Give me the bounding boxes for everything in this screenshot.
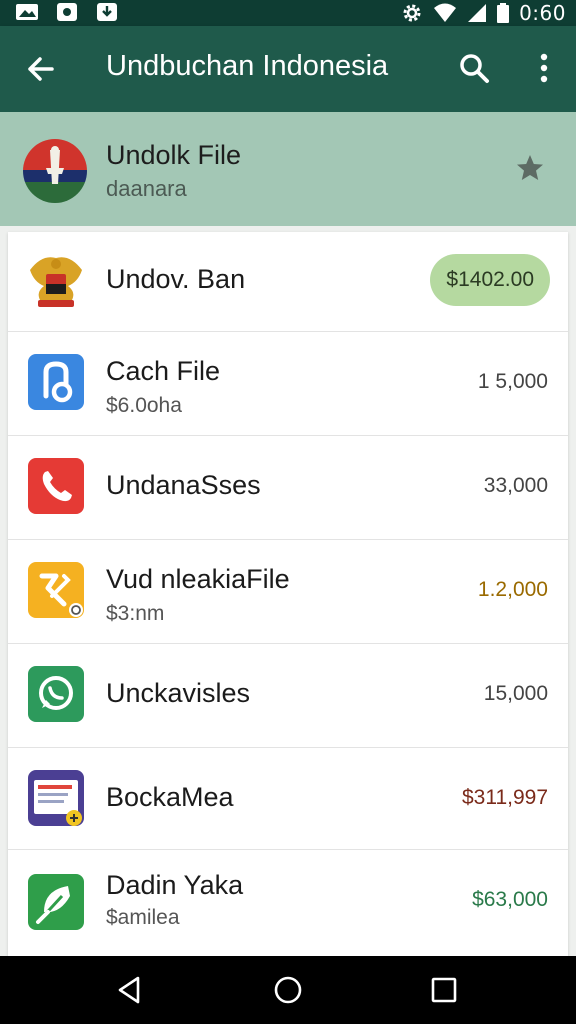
chat-bubble-icon <box>28 666 84 722</box>
image-notification-icon <box>16 4 38 20</box>
app-notification-icon <box>57 3 77 21</box>
list-item[interactable]: BockaMea $311,997 <box>8 748 568 850</box>
nav-home-icon[interactable] <box>272 974 304 1006</box>
list-item-price: $311,997 <box>461 786 548 809</box>
list-item[interactable]: Cach File $6.0oha 1 5,000 <box>8 332 568 436</box>
list-item-subtitle: $3:nm <box>106 602 165 625</box>
list-item-price: $63,000 <box>472 888 548 911</box>
list-item-price: 1 5,000 <box>477 370 548 393</box>
download-notification-icon <box>97 3 117 21</box>
list-item-title: Vud nleakiaFile <box>106 564 290 594</box>
file-list: Undov. Ban $1402.00 Cach File $6.0oha 1 … <box>8 232 568 956</box>
list-item-title: Undov. Ban <box>106 264 246 294</box>
signal-icon <box>468 4 487 22</box>
list-item-subtitle: $amilea <box>106 906 180 929</box>
nav-back-icon[interactable] <box>114 974 146 1006</box>
list-item[interactable]: Unckavisles 15,000 <box>8 644 568 748</box>
search-icon[interactable] <box>456 50 492 86</box>
list-item-title: BockaMea <box>106 782 234 812</box>
national-emblem-icon <box>30 257 82 307</box>
list-item-title: Dadin Yaka <box>106 870 244 900</box>
document-icon <box>28 770 84 826</box>
featured-title: Undolk File <box>106 140 242 170</box>
featured-item[interactable]: Undolk File daanara <box>0 112 576 226</box>
system-nav-bar <box>0 956 576 1024</box>
edit-tool-icon <box>28 562 84 618</box>
featured-subtitle: daanara <box>106 176 187 201</box>
list-item-title: Unckavisles <box>106 678 251 708</box>
list-item-price: 33,000 <box>483 474 548 497</box>
price-badge[interactable]: $1402.00 <box>430 254 550 306</box>
leaf-icon <box>28 874 84 930</box>
overflow-menu-icon[interactable] <box>530 50 558 86</box>
nav-recents-icon[interactable] <box>428 974 460 1006</box>
list-item-subtitle: $6.0oha <box>106 394 182 417</box>
list-item-title: UndanaSses <box>106 470 261 500</box>
list-item[interactable]: Dadin Yaka $amilea $63,000 <box>8 850 568 956</box>
list-item[interactable]: Vud nleakiaFile $3:nm 1.2,000 <box>8 540 568 644</box>
page-title: Undbuchan Indonesia <box>106 50 389 82</box>
wifi-icon <box>434 3 457 22</box>
battery-icon <box>497 3 510 23</box>
list-item[interactable]: Undov. Ban $1402.00 <box>8 232 568 332</box>
app-bar: Undbuchan Indonesia <box>0 26 576 112</box>
list-item-price: 15,000 <box>483 682 548 705</box>
indonesia-flag-icon <box>23 139 87 203</box>
star-icon[interactable] <box>514 152 546 184</box>
settings-gear-icon <box>403 4 421 22</box>
back-arrow-icon[interactable] <box>22 50 60 88</box>
phone-icon <box>28 458 84 514</box>
file-search-icon <box>28 354 84 410</box>
list-item[interactable]: UndanaSses 33,000 <box>8 436 568 540</box>
list-item-price: 1.2,000 <box>477 578 548 601</box>
clock: 0:60 <box>519 1 566 25</box>
status-bar: 0:60 <box>0 0 576 26</box>
list-item-title: Cach File <box>106 356 221 386</box>
